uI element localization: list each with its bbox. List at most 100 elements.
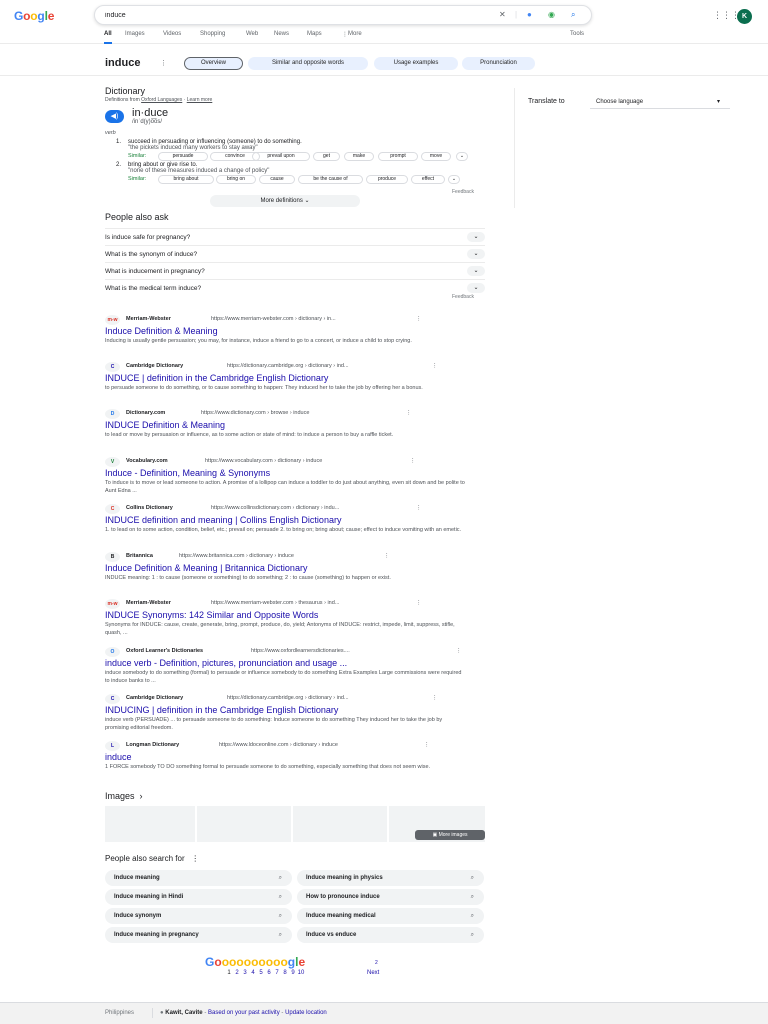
paa-question[interactable]: What is the synonym of induce? ⌄	[105, 245, 485, 262]
tab-news[interactable]: News	[274, 31, 289, 37]
search-icon[interactable]: ⌕	[571, 10, 575, 20]
page-link[interactable]: 2	[233, 970, 241, 976]
tab-shopping[interactable]: Shopping	[200, 31, 225, 37]
image-thumbnail[interactable]	[201, 806, 293, 842]
result-title-link[interactable]: INDUCE Definition & Meaning	[105, 420, 225, 430]
more-options-icon[interactable]: ⋮	[384, 553, 390, 559]
images-heading[interactable]: Images ›	[105, 791, 143, 801]
site-favicon-icon[interactable]: C	[105, 504, 120, 514]
result-url[interactable]: https://www.merriam-webster.com › thesau…	[211, 600, 339, 606]
page-link[interactable]: 9	[289, 970, 297, 976]
speaker-icon[interactable]: ◀)	[105, 110, 124, 123]
result-url[interactable]: https://www.dictionary.com › browse › in…	[201, 410, 309, 416]
result-site-name[interactable]: Longman Dictionary	[126, 742, 179, 748]
apps-grid-icon[interactable]: ⋮⋮⋮	[713, 10, 740, 21]
search-box[interactable]: ✕ | ● ◉ ⌕	[94, 5, 592, 25]
result-site-name[interactable]: Merriam-Webster	[126, 600, 171, 606]
result-title-link[interactable]: Induce Definition & Meaning	[105, 326, 218, 336]
site-favicon-icon[interactable]: D	[105, 409, 120, 419]
result-site-name[interactable]: Oxford Learner's Dictionaries	[126, 648, 203, 654]
more-options-icon[interactable]: ⋮	[432, 363, 438, 369]
learn-more-link[interactable]: Learn more	[187, 97, 213, 103]
synonym-chip[interactable]: cause	[259, 175, 295, 184]
based-on-activity-link[interactable]: Based on your past activity	[208, 1010, 280, 1016]
more-options-icon[interactable]: ⋮	[432, 695, 438, 701]
result-url[interactable]: https://dictionary.cambridge.org › dicti…	[227, 695, 349, 701]
clear-icon[interactable]: ✕	[499, 10, 506, 20]
result-site-name[interactable]: Cambridge Dictionary	[126, 363, 183, 369]
result-title-link[interactable]: INDUCE | definition in the Cambridge Eng…	[105, 373, 328, 383]
lens-icon[interactable]: ◉	[548, 10, 555, 20]
related-search-item[interactable]: Induce meaning medical ⌕	[297, 908, 484, 924]
tab-all[interactable]: All	[104, 31, 112, 44]
result-title-link[interactable]: INDUCING | definition in the Cambridge E…	[105, 705, 338, 715]
site-favicon-icon[interactable]: V	[105, 457, 120, 467]
page-link[interactable]: 10	[297, 970, 305, 976]
chip-usage-examples[interactable]: Usage examples	[374, 57, 458, 70]
more-options-icon[interactable]: ⋮	[406, 410, 412, 416]
related-search-item[interactable]: Induce meaning ⌕	[105, 870, 292, 886]
synonym-chip[interactable]: produce	[366, 175, 408, 184]
next-page-link[interactable]: 2 Next	[367, 960, 379, 976]
more-options-icon[interactable]: ⋮	[410, 458, 416, 464]
synonym-chip[interactable]: get	[313, 152, 340, 161]
image-thumbnail[interactable]	[105, 806, 197, 842]
result-site-name[interactable]: Dictionary.com	[126, 410, 165, 416]
page-link[interactable]: 5	[257, 970, 265, 976]
synonym-chip[interactable]: move	[421, 152, 451, 161]
page-link[interactable]: 8	[281, 970, 289, 976]
more-definitions-button[interactable]: More definitions ⌄	[210, 195, 360, 207]
result-title-link[interactable]: INDUCE definition and meaning | Collins …	[105, 515, 341, 525]
update-location-link[interactable]: Update location	[285, 1010, 327, 1016]
tab-images[interactable]: Images	[125, 31, 145, 37]
tab-more[interactable]: More	[348, 31, 362, 37]
tab-videos[interactable]: Videos	[163, 31, 181, 37]
microphone-icon[interactable]: ●	[527, 10, 532, 20]
tab-maps[interactable]: Maps	[307, 31, 322, 37]
synonym-chip[interactable]: bring on	[216, 175, 256, 184]
site-favicon-icon[interactable]: C	[105, 362, 120, 372]
result-url[interactable]: https://www.ldoceonline.com › dictionary…	[219, 742, 338, 748]
result-url[interactable]: https://www.merriam-webster.com › dictio…	[211, 316, 336, 322]
paa-question[interactable]: Is induce safe for pregnancy? ⌄	[105, 228, 485, 245]
related-search-item[interactable]: Induce meaning in physics ⌕	[297, 870, 484, 886]
result-title-link[interactable]: induce verb - Definition, pictures, pron…	[105, 658, 347, 668]
site-favicon-icon[interactable]: m-w	[105, 599, 120, 609]
related-search-item[interactable]: Induce synonym ⌕	[105, 908, 292, 924]
result-url[interactable]: https://www.oxfordlearnersdictionaries..…	[251, 648, 350, 654]
more-options-icon[interactable]: ⋮	[456, 648, 462, 654]
result-title-link[interactable]: INDUCE Synonyms: 142 Similar and Opposit…	[105, 610, 318, 620]
paa-question[interactable]: What is inducement in pregnancy? ⌄	[105, 262, 485, 279]
result-title-link[interactable]: Induce Definition & Meaning | Britannica…	[105, 563, 307, 573]
site-favicon-icon[interactable]: B	[105, 552, 120, 562]
result-url[interactable]: https://dictionary.cambridge.org › dicti…	[227, 363, 349, 369]
site-favicon-icon[interactable]: m-w	[105, 315, 120, 325]
source-link[interactable]: Oxford Languages	[141, 97, 182, 103]
synonym-chip[interactable]: prompt	[378, 152, 418, 161]
paa-question[interactable]: What is the medical term induce? ⌄	[105, 279, 485, 296]
synonym-chip[interactable]: make	[344, 152, 374, 161]
result-url[interactable]: https://www.britannica.com › dictionary …	[179, 553, 294, 559]
chip-similar-opposite[interactable]: Similar and opposite words	[248, 57, 368, 70]
synonym-chip[interactable]: effect	[411, 175, 445, 184]
tab-web[interactable]: Web	[246, 31, 258, 37]
image-thumbnail[interactable]	[297, 806, 389, 842]
result-url[interactable]: https://www.vocabulary.com › dictionary …	[205, 458, 322, 464]
more-options-icon[interactable]: ⋮	[416, 316, 422, 322]
related-search-item[interactable]: Induce meaning in pregnancy ⌕	[105, 927, 292, 943]
site-favicon-icon[interactable]: O	[105, 647, 120, 657]
feedback-link[interactable]: Feedback	[452, 189, 474, 195]
synonym-chip[interactable]: persuade	[158, 152, 208, 161]
site-favicon-icon[interactable]: C	[105, 694, 120, 704]
more-options-icon[interactable]: ⋮	[416, 505, 422, 511]
chip-pronunciation[interactable]: Pronunciation	[462, 57, 535, 70]
chip-overview[interactable]: Overview	[184, 57, 243, 70]
feedback-link[interactable]: Feedback	[452, 294, 474, 300]
search-input[interactable]	[105, 9, 485, 21]
synonym-chip[interactable]: be the cause of	[298, 175, 363, 184]
more-options-icon[interactable]: ⋮	[424, 742, 430, 748]
more-images-button[interactable]: ▣ More images	[415, 830, 485, 840]
result-site-name[interactable]: Cambridge Dictionary	[126, 695, 183, 701]
more-options-icon[interactable]: ⋮	[416, 600, 422, 606]
result-site-name[interactable]: Vocabulary.com	[126, 458, 168, 464]
